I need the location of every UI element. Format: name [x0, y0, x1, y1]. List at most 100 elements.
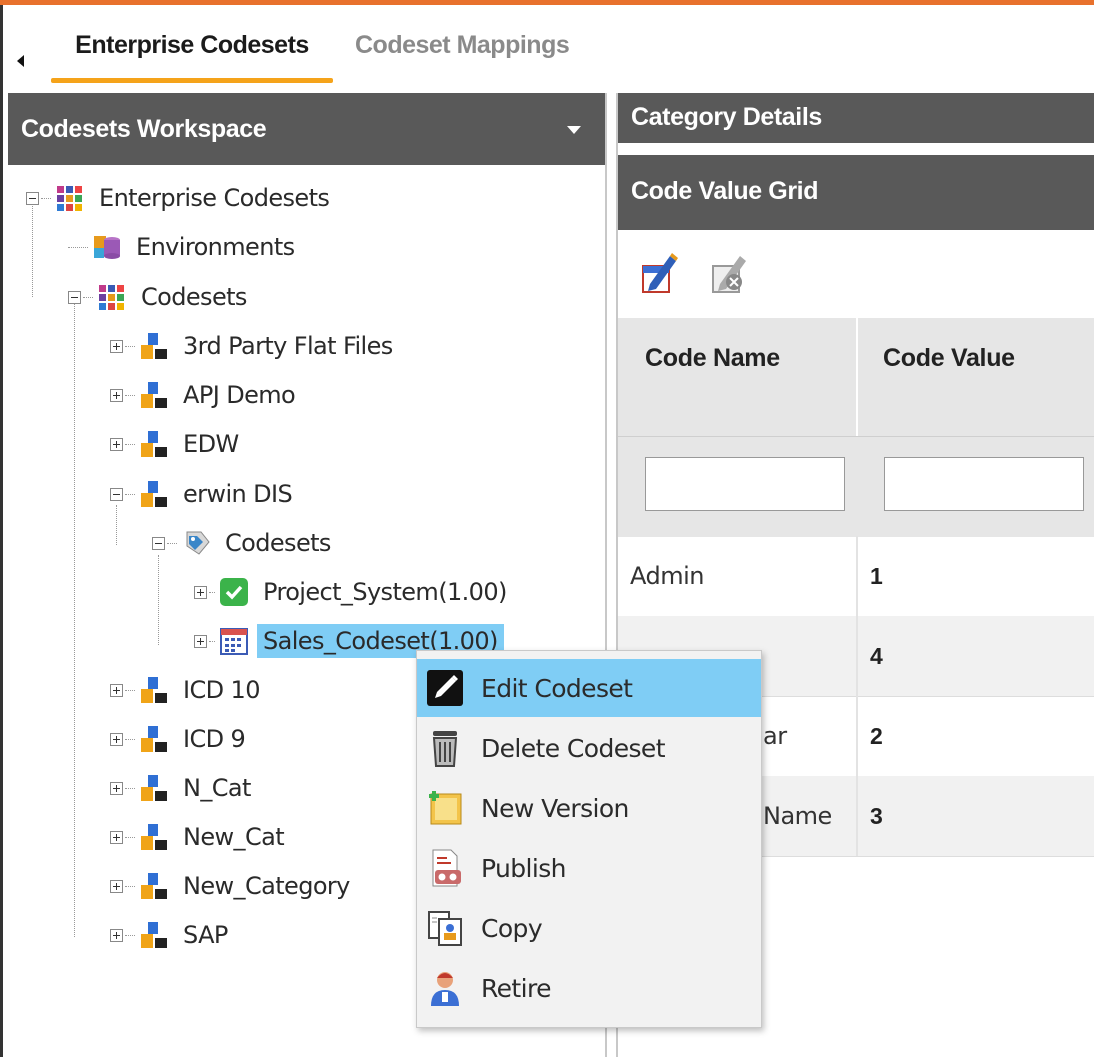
tree-connector [125, 787, 135, 789]
expand-icon[interactable] [194, 585, 207, 599]
retire-user-icon [425, 968, 465, 1008]
tree-label: erwin DIS [183, 480, 293, 508]
tab-codeset-mappings[interactable]: Codeset Mappings [355, 31, 570, 60]
trash-icon [425, 728, 465, 768]
expand-icon[interactable] [110, 339, 123, 353]
collapse-icon[interactable] [68, 290, 81, 304]
category-blocks-icon [139, 331, 169, 361]
code-value-filter-input[interactable] [884, 457, 1084, 511]
category-blocks-icon [139, 773, 169, 803]
menu-item-publish[interactable]: Publish [417, 839, 761, 897]
tree-node-project-system[interactable]: Project_System(1.00) [194, 572, 507, 612]
menu-item-delete-codeset[interactable]: Delete Codeset [417, 719, 761, 777]
expand-icon[interactable] [110, 388, 123, 402]
grid-toolbar [618, 230, 1094, 318]
expand-icon[interactable] [194, 634, 207, 648]
menu-item-label: Delete Codeset [481, 733, 666, 763]
code-name-cell: ar [763, 722, 787, 750]
menu-item-label: Publish [481, 853, 567, 883]
tree-label: N_Cat [183, 774, 251, 802]
tree-node-category[interactable]: SAP [110, 915, 228, 955]
menu-item-new-version[interactable]: New Version [417, 779, 761, 837]
collapse-icon[interactable] [110, 487, 123, 501]
tab-codeset-mappings-label: Codeset Mappings [355, 31, 570, 59]
tree-connector [125, 443, 135, 445]
expand-icon[interactable] [110, 830, 123, 844]
column-header-label: Code Value [883, 344, 1015, 372]
expand-icon[interactable] [110, 781, 123, 795]
tree-label: APJ Demo [183, 381, 296, 409]
tree-connector [125, 493, 135, 495]
tree-connector [209, 640, 215, 642]
tree-node-codesets[interactable]: Codesets [68, 277, 247, 317]
menu-item-retire[interactable]: Retire [417, 959, 761, 1017]
tree-label: SAP [183, 921, 228, 949]
table-row[interactable]: Admin 1 [618, 536, 1094, 617]
tree-node-category[interactable]: ICD 9 [110, 719, 246, 759]
tree-label: 3rd Party Flat Files [183, 332, 393, 360]
tree-label: ICD 9 [183, 725, 246, 753]
collapse-arrow-icon[interactable] [17, 55, 24, 67]
tree-label: Codesets [141, 283, 247, 311]
tree-node-category[interactable]: APJ Demo [110, 375, 296, 415]
tree-label: ICD 10 [183, 676, 260, 704]
tree-node-category[interactable]: ICD 10 [110, 670, 260, 710]
cell-divider [856, 696, 858, 776]
expand-icon[interactable] [110, 928, 123, 942]
new-version-icon [425, 788, 465, 828]
code-value-cell: 2 [870, 722, 883, 749]
category-blocks-icon [139, 429, 169, 459]
expand-icon[interactable] [110, 879, 123, 893]
menu-item-copy[interactable]: Copy [417, 899, 761, 957]
collapse-icon[interactable] [152, 536, 165, 550]
tree-node-category[interactable]: 3rd Party Flat Files [110, 326, 393, 366]
tab-enterprise-codesets[interactable]: Enterprise Codesets [51, 31, 333, 83]
menu-item-edit-codeset[interactable]: Edit Codeset [417, 659, 761, 717]
tree-node-environments[interactable]: Environments [68, 227, 295, 267]
tree-connector [125, 394, 135, 396]
tree-connector [83, 296, 93, 298]
tree-node-enterprise-codesets[interactable]: Enterprise Codesets [26, 178, 330, 218]
chevron-down-icon[interactable] [567, 126, 581, 134]
tree-node-category[interactable]: N_Cat [110, 768, 251, 808]
tree-line [158, 555, 159, 645]
tree-node-erwin-codesets[interactable]: Codesets [152, 523, 331, 563]
tree-label: New_Category [183, 872, 350, 900]
expand-icon[interactable] [110, 683, 123, 697]
code-value-cell: 3 [870, 802, 883, 829]
category-blocks-icon [139, 871, 169, 901]
tree-node-category[interactable]: New_Category [110, 866, 350, 906]
code-value-grid-header: Code Value Grid [618, 155, 1094, 230]
code-value-grid-title: Code Value Grid [631, 177, 819, 205]
expand-icon[interactable] [110, 437, 123, 451]
tree-label: Enterprise Codesets [99, 184, 330, 212]
tree-label: New_Cat [183, 823, 285, 851]
code-name-cell: Name [763, 802, 832, 830]
category-blocks-icon [139, 380, 169, 410]
tree-connector [125, 934, 135, 936]
cell-divider [856, 536, 858, 616]
column-header-code-value[interactable]: Code Value [858, 318, 1094, 436]
tree-node-category[interactable]: New_Cat [110, 817, 285, 857]
category-details-title: Category Details [631, 103, 822, 131]
filter-row [618, 436, 1094, 537]
delete-disabled-icon[interactable] [710, 250, 750, 296]
category-blocks-icon [139, 822, 169, 852]
collapse-icon[interactable] [26, 191, 39, 205]
edit-icon[interactable] [640, 250, 680, 296]
menu-item-label: Edit Codeset [481, 673, 633, 703]
menu-item-label: Copy [481, 913, 543, 943]
code-value-cell: 1 [870, 562, 883, 589]
column-header-code-name[interactable]: Code Name [618, 318, 858, 436]
code-name-filter-input[interactable] [645, 457, 845, 511]
copy-icon [425, 908, 465, 948]
workspace-title: Codesets Workspace [21, 115, 267, 143]
tree-connector [125, 689, 135, 691]
tree-node-category[interactable]: erwin DIS [110, 474, 293, 514]
tree-node-category[interactable]: EDW [110, 424, 239, 464]
tree-connector [209, 591, 215, 593]
cell-divider [856, 616, 858, 696]
tags-icon [181, 528, 211, 558]
category-details-header[interactable]: Category Details [618, 93, 1094, 143]
expand-icon[interactable] [110, 732, 123, 746]
